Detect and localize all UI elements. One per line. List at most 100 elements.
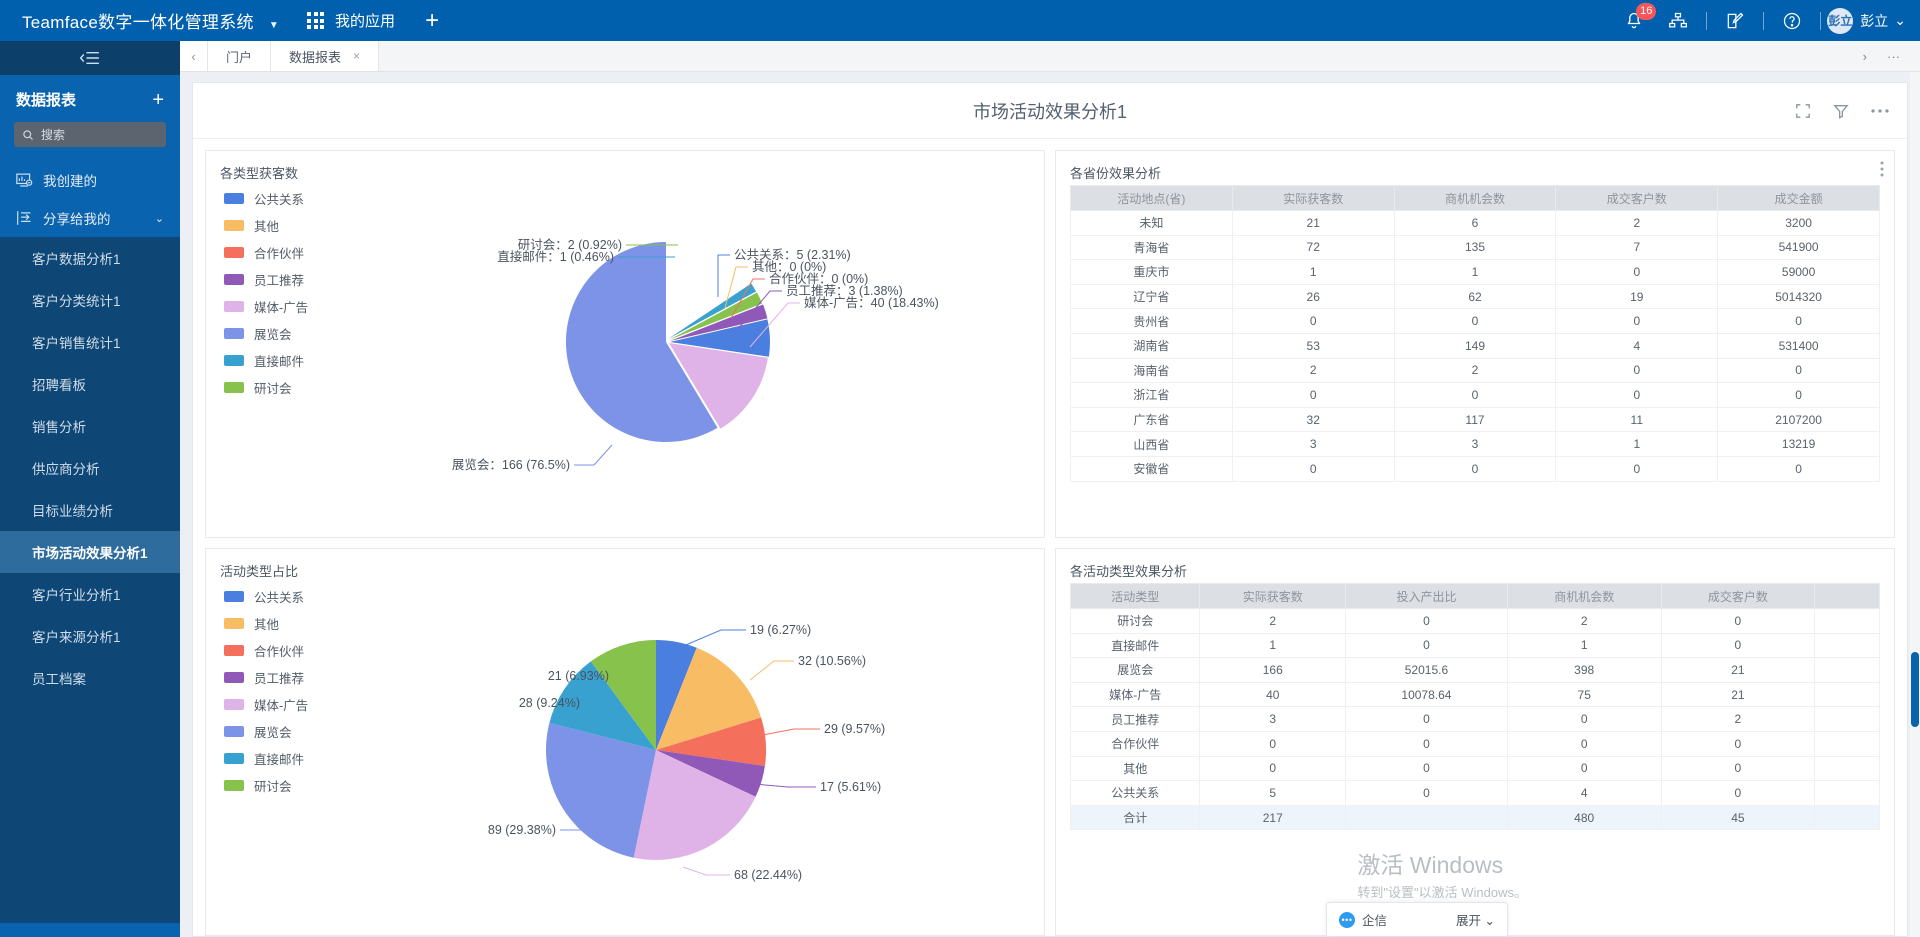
table-row[interactable]: 贵州省 0 0 0 0 bbox=[1070, 308, 1880, 334]
sidebar-item-1[interactable]: 客户分类统计1 bbox=[0, 279, 180, 321]
sidebar-item-10[interactable]: 员工档案 bbox=[0, 657, 180, 699]
sidebar-item-label: 我创建的 bbox=[43, 174, 97, 189]
col-header[interactable]: 商机机会数 bbox=[1506, 583, 1662, 609]
my-apps-label[interactable]: 我的应用 bbox=[335, 10, 395, 31]
avatar[interactable]: 彭立 bbox=[1827, 7, 1854, 34]
search-input[interactable]: 搜索 bbox=[14, 122, 166, 147]
tab-reports[interactable]: 数据报表 × bbox=[271, 41, 380, 71]
table-row[interactable]: 公共关系 5 0 4 0 bbox=[1070, 780, 1880, 806]
tab-more-button[interactable]: ··· bbox=[1877, 49, 1910, 64]
sidebar-collapse-icon[interactable] bbox=[0, 41, 180, 75]
sidebar-item-my-created[interactable]: 我创建的 bbox=[0, 161, 180, 199]
col-header[interactable]: 商机机会数 bbox=[1393, 185, 1557, 211]
table-row[interactable]: 合作伙伴 0 0 0 0 bbox=[1070, 730, 1880, 757]
table-row[interactable]: 青海省 72 135 7 541900 bbox=[1070, 234, 1880, 261]
table-cell: 0 bbox=[1660, 755, 1816, 782]
table-row[interactable]: 广东省 32 117 11 2107200 bbox=[1070, 406, 1880, 433]
help-icon[interactable] bbox=[1770, 0, 1814, 41]
table-cell: 浙江省 bbox=[1070, 382, 1233, 408]
table-cell: 21 bbox=[1660, 681, 1816, 708]
sidebar-item-5[interactable]: 供应商分析 bbox=[0, 447, 180, 489]
legend-item: 其他 bbox=[224, 216, 308, 235]
chat-widget[interactable]: ••• 企信 展开 ⌄ bbox=[1326, 902, 1508, 936]
sidebar-item-shared-with-me[interactable]: 分享给我的 ⌄ bbox=[0, 199, 180, 237]
sidebar-item-9[interactable]: 客户来源分析1 bbox=[0, 615, 180, 657]
table-cell: 0 bbox=[1345, 706, 1508, 732]
table-cell: 0 bbox=[1660, 730, 1816, 757]
table-row[interactable]: 重庆市 1 1 0 59000 bbox=[1070, 259, 1880, 285]
panel-menu-icon[interactable] bbox=[1880, 161, 1884, 177]
app-brand[interactable]: Teamface数字一体化管理系统 ▼ bbox=[0, 8, 279, 33]
tab-next-button[interactable]: › bbox=[1853, 49, 1877, 64]
table-row[interactable]: 安徽省 0 0 0 0 bbox=[1070, 455, 1880, 482]
table-cell: 0 bbox=[1717, 357, 1880, 384]
col-header[interactable] bbox=[1814, 583, 1880, 609]
tab-label: 门户 bbox=[226, 49, 253, 65]
sidebar-item-0[interactable]: 客户数据分析1 bbox=[0, 237, 180, 279]
compose-icon[interactable] bbox=[1713, 0, 1757, 41]
table-row[interactable]: 研讨会 2 0 2 0 bbox=[1070, 608, 1880, 634]
sidebar-item-7[interactable]: 市场活动效果分析1 bbox=[0, 531, 180, 573]
fullscreen-icon[interactable] bbox=[1795, 103, 1811, 119]
apps-grid-icon[interactable] bbox=[307, 12, 325, 29]
legend-swatch bbox=[224, 618, 244, 629]
sidebar-item-8[interactable]: 客户行业分析1 bbox=[0, 573, 180, 615]
chevron-down-icon[interactable]: ▼ bbox=[269, 20, 279, 31]
col-header[interactable]: 投入产出比 bbox=[1345, 583, 1508, 609]
table-row[interactable]: 其他 0 0 0 0 bbox=[1070, 755, 1880, 782]
table-row[interactable]: 直接邮件 1 0 1 0 bbox=[1070, 632, 1880, 659]
user-name-label[interactable]: 彭立 bbox=[1860, 11, 1888, 31]
add-report-button[interactable]: + bbox=[152, 90, 164, 110]
table-row[interactable]: 未知 21 6 2 3200 bbox=[1070, 210, 1880, 236]
col-header[interactable]: 实际获客数 bbox=[1199, 583, 1347, 609]
table-row[interactable]: 媒体-广告 40 10078.64 75 21 bbox=[1070, 681, 1880, 708]
col-header[interactable]: 活动类型 bbox=[1070, 583, 1201, 609]
col-header[interactable]: 成交客户数 bbox=[1660, 583, 1816, 609]
filter-icon[interactable] bbox=[1833, 103, 1849, 119]
sidebar-item-6[interactable]: 目标业绩分析 bbox=[0, 489, 180, 531]
page-scrollbar[interactable] bbox=[1910, 72, 1920, 937]
col-header[interactable]: 成交金额 bbox=[1717, 185, 1880, 211]
table-row[interactable]: 海南省 2 2 0 0 bbox=[1070, 357, 1880, 384]
table-cell: 480 bbox=[1506, 804, 1662, 831]
user-chevron-down-icon[interactable]: ⌄ bbox=[1894, 12, 1906, 29]
table-cell: 40 bbox=[1199, 681, 1347, 708]
bell-icon[interactable]: 16 bbox=[1612, 0, 1657, 41]
sidebar-item-label: 分享给我的 bbox=[43, 212, 111, 227]
province-table-wrap[interactable]: 活动地点(省) 实际获客数 商机机会数 成交客户数 成交金额 未知 21 6 2 320… bbox=[1070, 185, 1880, 533]
table-cell: 0 bbox=[1555, 382, 1719, 408]
pie-chart-2[interactable]: 19 (6.27%) 32 (10.56%) 29 (9.57%) 17 (5.… bbox=[326, 575, 1044, 935]
table-cell bbox=[1814, 657, 1880, 683]
table-row[interactable]: 员工推荐 3 0 0 2 bbox=[1070, 706, 1880, 732]
table-cell: 2 bbox=[1660, 706, 1816, 732]
table-cell: 其他 bbox=[1070, 755, 1201, 782]
tab-portal[interactable]: 门户 bbox=[208, 41, 272, 71]
sidebar-item-4[interactable]: 销售分析 bbox=[0, 405, 180, 447]
table-row[interactable]: 辽宁省 26 62 19 5014320 bbox=[1070, 283, 1880, 310]
more-icon[interactable] bbox=[1871, 108, 1889, 114]
panel-province-analysis: 各省份效果分析 活动地点(省) 实际获客数 商机机会数 成交客户数 成交金额 未… bbox=[1055, 150, 1895, 538]
sidebar-item-2[interactable]: 客户销售统计1 bbox=[0, 321, 180, 363]
col-header[interactable]: 活动地点(省) bbox=[1070, 185, 1233, 211]
legend-label: 研讨会 bbox=[254, 382, 292, 396]
add-tab-button[interactable]: + bbox=[425, 8, 439, 33]
col-header[interactable]: 成交客户数 bbox=[1555, 185, 1719, 211]
activity-table-wrap[interactable]: 活动类型 实际获客数 投入产出比 商机机会数 成交客户数 研讨会 2 0 2 0 直接邮件… bbox=[1070, 583, 1880, 931]
org-chart-icon[interactable] bbox=[1656, 0, 1700, 41]
table-row[interactable]: 浙江省 0 0 0 0 bbox=[1070, 382, 1880, 408]
table-row[interactable]: 展览会 166 52015.6 398 21 bbox=[1070, 657, 1880, 683]
page-scrollbar-thumb[interactable] bbox=[1911, 652, 1919, 727]
legend-item: 公共关系 bbox=[224, 189, 308, 208]
close-icon[interactable]: × bbox=[353, 49, 360, 63]
table-cell bbox=[1814, 804, 1880, 831]
col-header[interactable]: 实际获客数 bbox=[1231, 185, 1395, 211]
table-row[interactable]: 湖南省 53 149 4 531400 bbox=[1070, 332, 1880, 359]
pie-chart-1[interactable]: 公共关系：5 (2.31%) 其他：0 (0%) 合作伙伴：0 (0%) 员工推… bbox=[326, 177, 1044, 537]
table-row[interactable]: 山西省 3 3 1 13219 bbox=[1070, 431, 1880, 457]
divider bbox=[1763, 11, 1765, 30]
tab-prev-button[interactable]: ‹ bbox=[180, 41, 208, 71]
sidebar-item-3[interactable]: 招聘看板 bbox=[0, 363, 180, 405]
chat-expand-button[interactable]: 展开 ⌄ bbox=[1456, 910, 1495, 929]
chevron-down-icon[interactable]: ⌄ bbox=[155, 212, 164, 225]
legend-swatch bbox=[224, 645, 244, 656]
